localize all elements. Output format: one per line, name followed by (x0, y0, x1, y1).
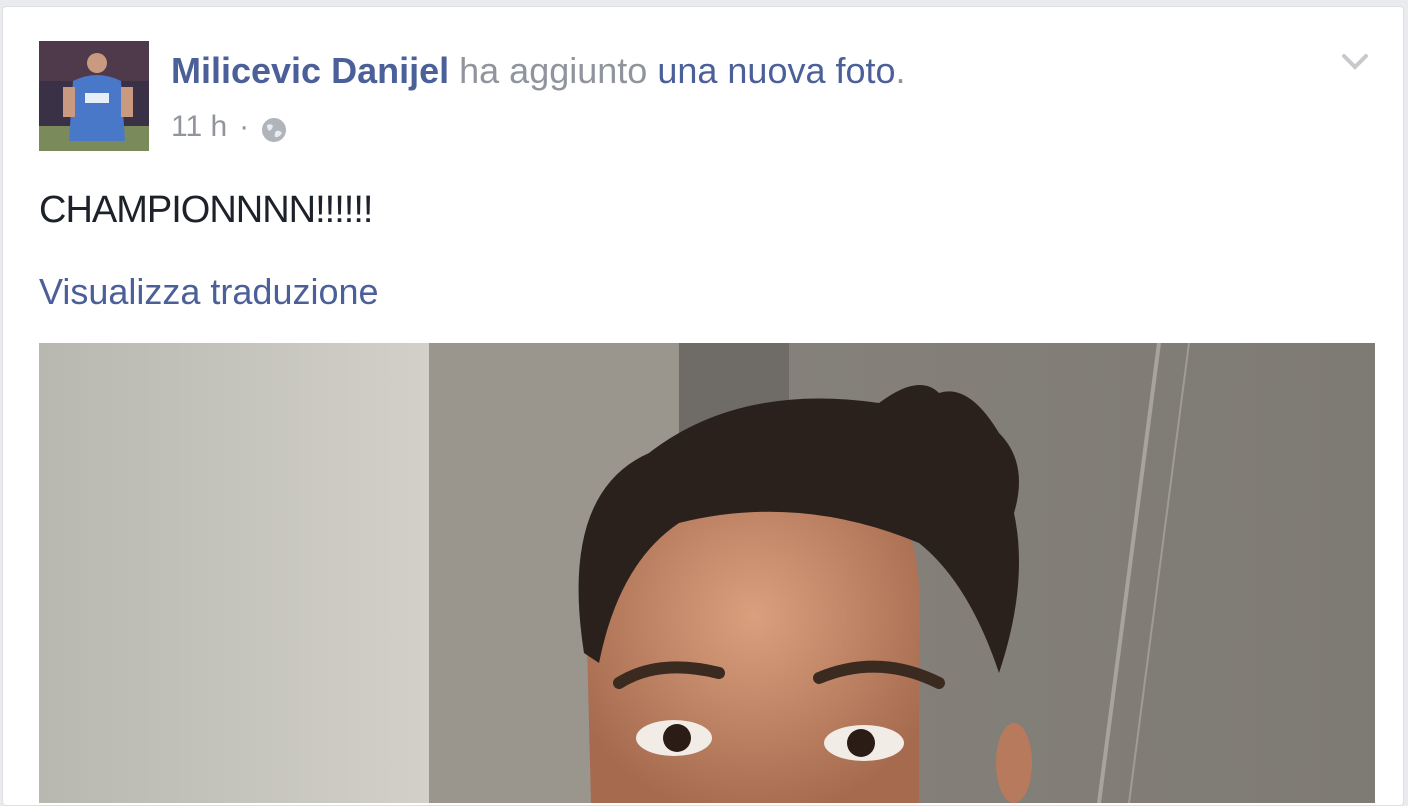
author-name-link[interactable]: Milicevic Danijel (171, 50, 449, 91)
meta-separator: · (239, 110, 250, 143)
author-avatar[interactable] (39, 41, 149, 151)
post-body-text: CHAMPIONNNN!!!!!! (39, 189, 373, 231)
post-header: Milicevic Danijel ha aggiunto una nuova … (171, 49, 906, 93)
globe-icon[interactable] (261, 114, 287, 142)
photo-link[interactable]: una nuova foto (657, 50, 895, 91)
timestamp-link[interactable]: 11 h (171, 107, 227, 147)
post-meta: 11 h · (171, 107, 287, 147)
post-photo[interactable] (39, 343, 1375, 803)
action-text: ha aggiunto (459, 50, 648, 91)
see-translation-link[interactable]: Visualizza traduzione (39, 269, 379, 315)
chevron-down-icon[interactable] (1341, 51, 1369, 73)
avatar-image (39, 41, 149, 151)
action-end: . (895, 50, 906, 91)
post-card: Milicevic Danijel ha aggiunto una nuova … (2, 6, 1404, 806)
photo-image (39, 343, 1375, 803)
